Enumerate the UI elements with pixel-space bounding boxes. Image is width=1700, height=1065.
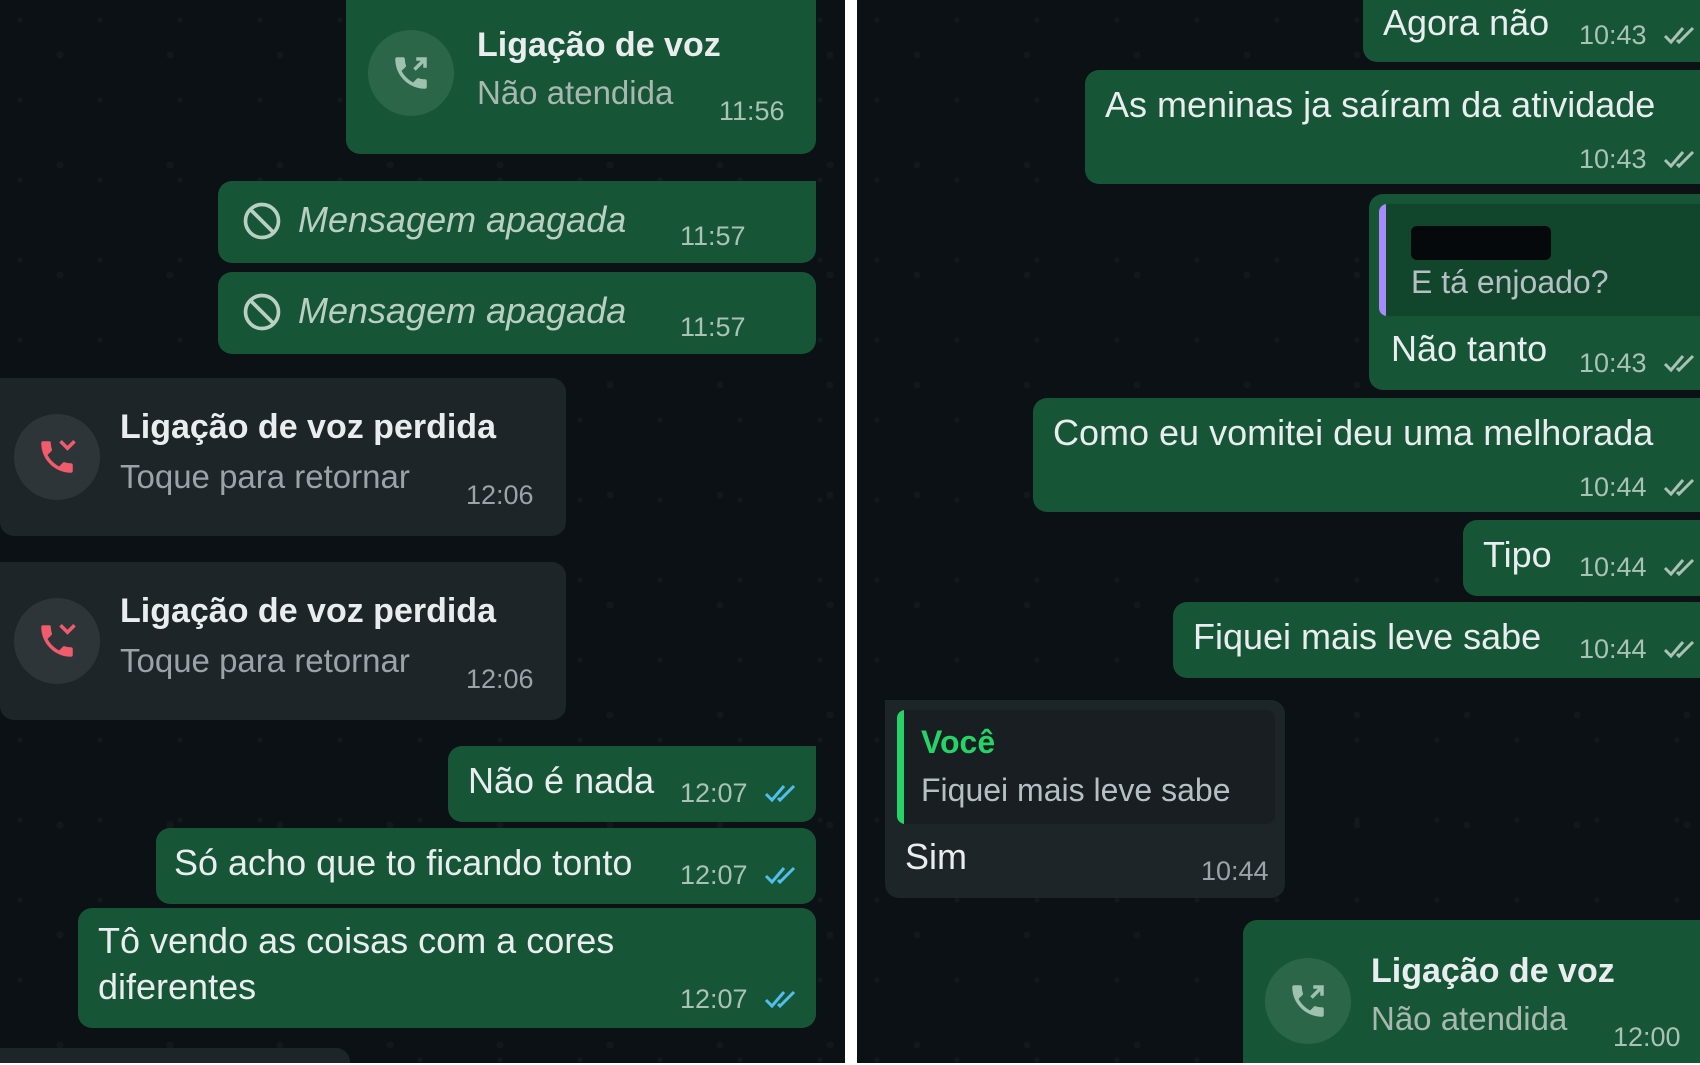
double-check-icon (764, 990, 796, 1009)
double-check-icon (1663, 558, 1695, 577)
message-time: 10:44 (1579, 472, 1647, 502)
voice-call-bubble[interactable]: Ligação de voz Não atendida 12:00 (1243, 920, 1700, 1063)
double-check-icon (1663, 478, 1695, 497)
message-text-line-1: Tô vendo as coisas com a cores (98, 920, 615, 961)
double-check-icon (1663, 640, 1695, 659)
ban-icon (243, 202, 281, 240)
double-check-icon (764, 784, 796, 803)
message-bubble[interactable]: Só acho que to ficando tonto 12:07 (156, 828, 816, 904)
message-text: As meninas ja saíram da atividade (1105, 84, 1656, 125)
quoted-message[interactable]: E tá enjoado? (1379, 204, 1700, 316)
missed-call-subtitle: Toque para retornar (120, 458, 410, 495)
call-icon-circle (14, 414, 100, 500)
missed-call-title: Ligação de voz perdida (120, 592, 496, 630)
call-time: 12:06 (466, 664, 534, 694)
redacted-author (1411, 226, 1551, 260)
message-bubble[interactable]: Fiquei mais leve sabe 10:44 (1173, 602, 1700, 678)
double-check-icon (1663, 354, 1695, 373)
call-icon-circle (1265, 958, 1351, 1044)
message-time: 12:07 (680, 860, 748, 890)
message-time: 10:43 (1579, 20, 1647, 50)
call-status: Não atendida (477, 74, 674, 111)
message-text: Sim (905, 836, 967, 877)
message-text: Fiquei mais leve sabe (1193, 616, 1542, 657)
deleted-message-bubble[interactable]: Mensagem apagada 11:57 (218, 181, 816, 263)
message-time: 11:57 (680, 312, 746, 342)
incoming-reply-bubble[interactable]: Você Fiquei mais leve sabe Sim 10:44 (885, 700, 1285, 898)
message-time: 10:44 (1201, 856, 1269, 886)
message-time: 10:43 (1579, 144, 1647, 174)
double-check-icon (764, 866, 796, 885)
message-time: 10:44 (1579, 634, 1647, 664)
phone-missed-icon (41, 624, 76, 657)
call-icon-circle (14, 598, 100, 684)
message-time: 12:07 (680, 984, 748, 1014)
message-text: Não é nada (468, 760, 655, 801)
voice-call-bubble[interactable]: Ligação de voz Não atendida 11:56 (346, 0, 816, 154)
call-icon-circle (368, 30, 454, 116)
message-bubble[interactable]: As meninas ja saíram da atividade 10:43 (1085, 70, 1700, 184)
message-text: Tipo (1483, 534, 1552, 575)
message-bubble[interactable]: Agora não 10:43 (1363, 0, 1700, 62)
message-time: 11:57 (680, 221, 746, 251)
missed-call-bubble[interactable]: Ligação de voz perdida Toque para retorn… (0, 562, 566, 720)
message-bubble[interactable]: Tô vendo as coisas com a cores diferente… (78, 908, 816, 1028)
message-time: 10:43 (1579, 348, 1647, 378)
quote-bar (1379, 204, 1386, 316)
missed-call-bubble[interactable]: Ligação de voz perdida Toque para retorn… (0, 378, 566, 536)
message-bubble[interactable]: Tipo 10:44 (1463, 520, 1700, 596)
double-check-icon (1663, 150, 1695, 169)
missed-call-title: Ligação de voz perdida (120, 408, 496, 446)
message-bubble[interactable]: Não é nada 12:07 (448, 746, 816, 822)
call-status: Não atendida (1371, 1000, 1568, 1037)
deleted-message-bubble[interactable]: Mensagem apagada 11:57 (218, 272, 816, 354)
missed-call-subtitle: Toque para retornar (120, 642, 410, 679)
message-bubble[interactable]: Como eu vomitei deu uma melhorada 10:44 (1033, 398, 1700, 512)
chat-panel-right: Agora não 10:43 As meninas ja saíram da … (857, 0, 1700, 1063)
phone-outgoing-icon (395, 57, 427, 89)
quote-bar (897, 710, 904, 824)
call-title: Ligação de voz (1371, 952, 1615, 990)
quoted-message[interactable]: Você Fiquei mais leve sabe (897, 710, 1275, 824)
call-time: 12:00 (1613, 1022, 1681, 1052)
quote-text: E tá enjoado? (1411, 264, 1609, 300)
reply-message-bubble[interactable]: E tá enjoado? Não tanto 10:43 (1369, 194, 1700, 390)
call-time: 11:56 (719, 96, 785, 126)
phone-outgoing-icon (1292, 985, 1324, 1017)
message-text: Não tanto (1391, 328, 1548, 369)
message-text-line-2: diferentes (98, 966, 257, 1007)
phone-missed-icon (41, 440, 76, 473)
partial-bubble (0, 1048, 350, 1063)
ban-icon (243, 293, 281, 331)
message-time: 10:44 (1579, 552, 1647, 582)
message-text: Como eu vomitei deu uma melhorada (1053, 412, 1654, 453)
message-text: Agora não (1383, 2, 1550, 43)
quote-author: Você (921, 724, 996, 760)
deleted-message-text: Mensagem apagada (298, 199, 627, 240)
call-title: Ligação de voz (477, 26, 721, 64)
deleted-message-text: Mensagem apagada (298, 290, 627, 331)
message-time: 12:07 (680, 778, 748, 808)
quote-text: Fiquei mais leve sabe (921, 772, 1231, 808)
chat-panel-left: Ligação de voz Não atendida 11:56 Mensag… (0, 0, 845, 1063)
call-time: 12:06 (466, 480, 534, 510)
message-text: Só acho que to ficando tonto (174, 842, 633, 883)
double-check-icon (1663, 26, 1695, 45)
